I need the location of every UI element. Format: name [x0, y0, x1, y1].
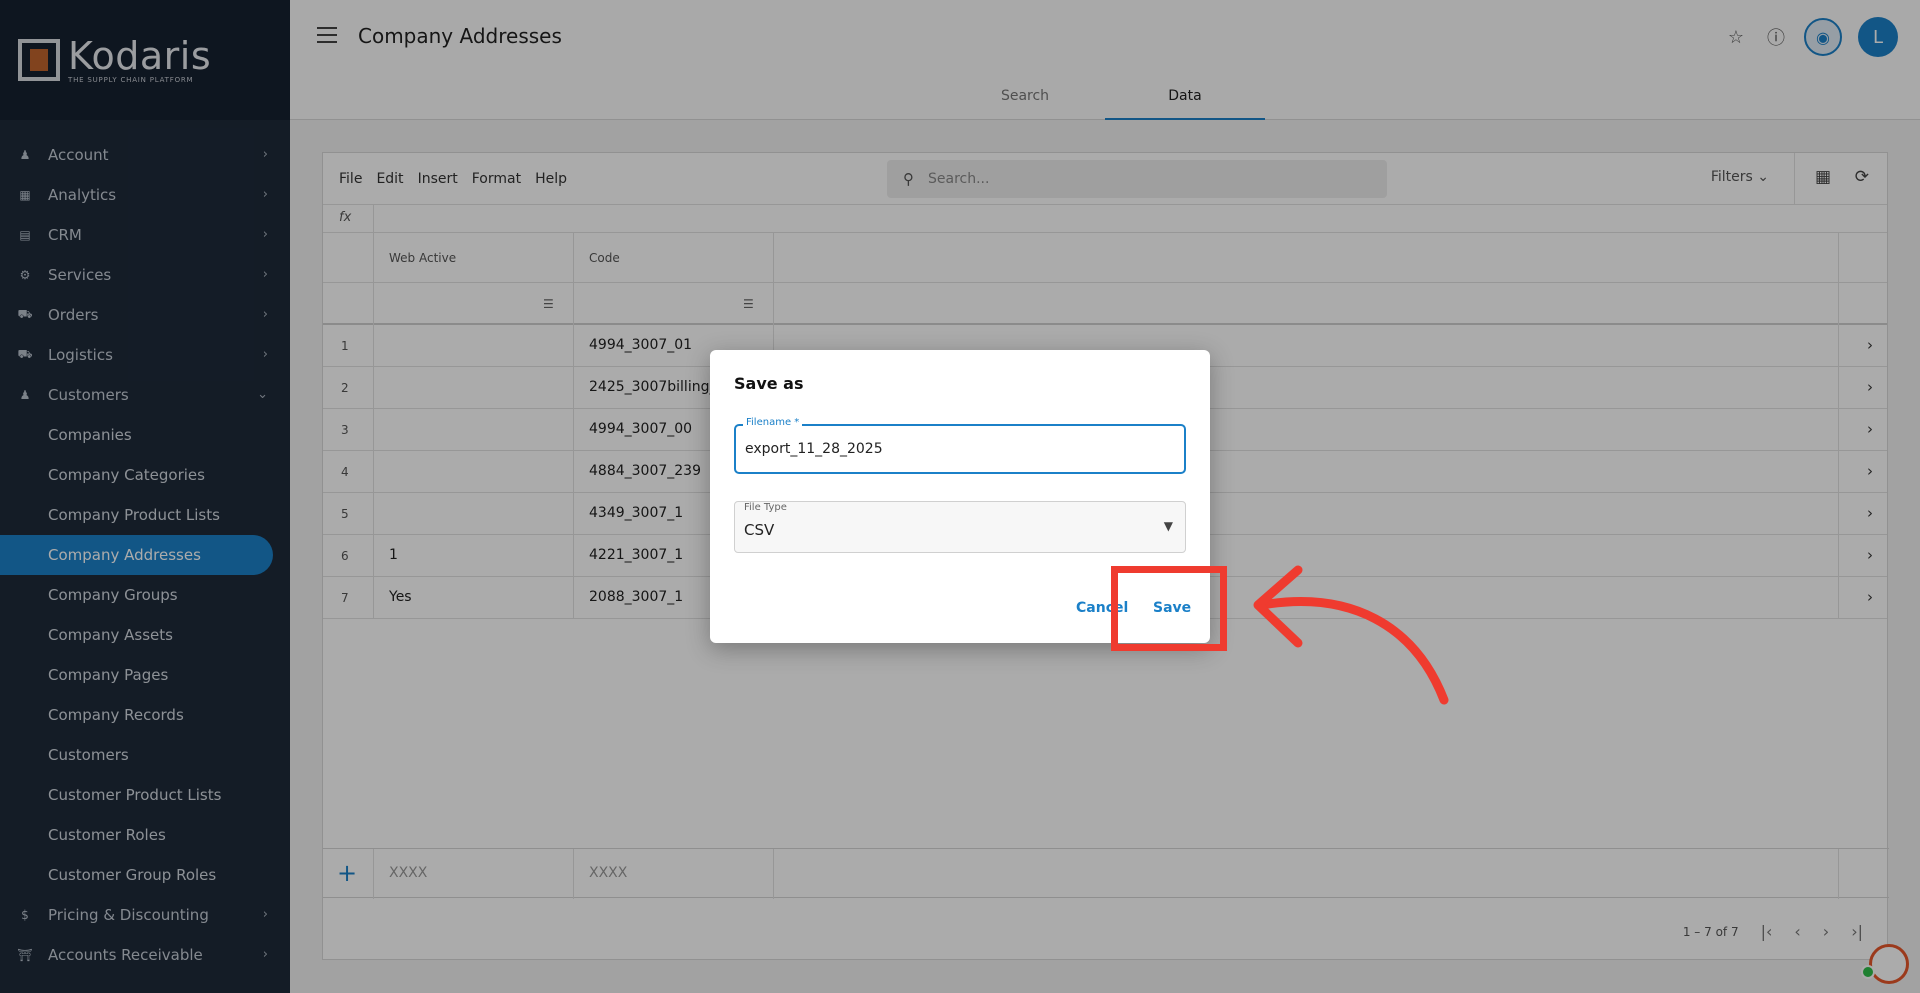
annotation-arrow-icon: [1253, 565, 1449, 705]
highlight-box: [1111, 566, 1227, 651]
dropdown-arrow-icon: ▼: [1163, 519, 1173, 533]
file-type-value: CSV: [744, 521, 775, 539]
filename-label: Filename *: [743, 417, 803, 428]
file-type-select[interactable]: File Type CSV ▼: [734, 501, 1186, 553]
dialog-title: Save as: [734, 374, 804, 393]
filename-field[interactable]: Filename * export_11_28_2025: [734, 417, 1186, 474]
filename-value[interactable]: export_11_28_2025: [745, 441, 883, 457]
file-type-label: File Type: [744, 502, 787, 513]
